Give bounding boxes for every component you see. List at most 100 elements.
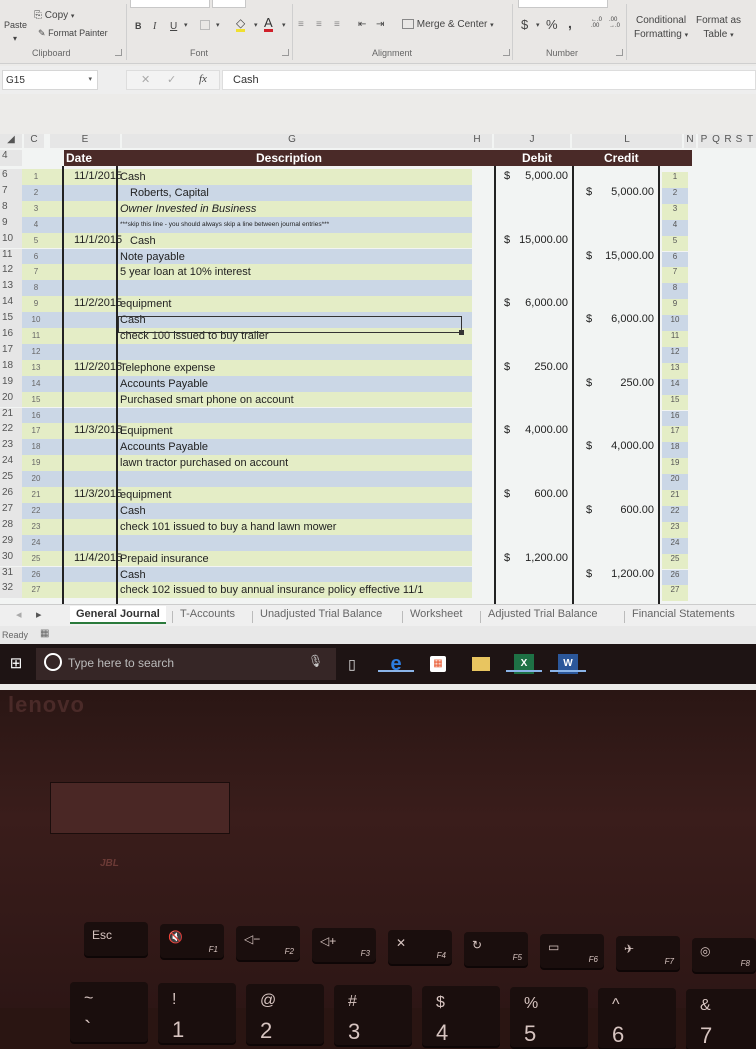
journal-row[interactable]: 21 11/3/2015 equipment (22, 487, 472, 503)
name-box[interactable]: G15 ▾ (2, 70, 98, 90)
function-key[interactable]: ◁+ F3 (312, 928, 376, 962)
journal-row[interactable]: 26 Cash (22, 566, 472, 583)
row-header[interactable]: 30 (0, 550, 22, 567)
row-header[interactable]: 32 (0, 582, 22, 599)
sheet-tab[interactable]: Worksheet (410, 608, 462, 620)
enter-icon[interactable]: ✓ (167, 73, 176, 86)
journal-row[interactable]: 15 Purchased smart phone on account (22, 391, 472, 408)
row-header[interactable]: 12 (0, 264, 22, 281)
task-view-icon[interactable]: ▯ (342, 654, 362, 674)
column-header-r[interactable]: R (722, 134, 734, 148)
font-name-box[interactable] (130, 0, 210, 8)
row-header[interactable]: 18 (0, 359, 22, 376)
currency-dropdown-icon[interactable]: ▾ (536, 21, 540, 29)
align-right-icon[interactable]: ≡ (334, 19, 340, 30)
column-header-t[interactable]: T (744, 134, 756, 148)
file-explorer-icon[interactable] (472, 657, 490, 671)
row-header[interactable]: 6 (0, 169, 22, 185)
journal-row[interactable]: 14 Accounts Payable (22, 375, 472, 392)
select-all-corner[interactable]: ◢ (0, 134, 22, 148)
row-header[interactable]: 9 (0, 216, 22, 233)
function-key[interactable]: ✕ F4 (388, 930, 452, 964)
font-color-dropdown-icon[interactable]: ▾ (282, 21, 286, 29)
journal-row[interactable]: 8 (22, 280, 472, 297)
increase-decimal-button[interactable]: ←.0.00 (591, 17, 602, 29)
insert-function-icon[interactable]: fx (199, 73, 207, 85)
align-left-icon[interactable]: ≡ (298, 19, 306, 30)
formula-input[interactable]: Cash (222, 70, 756, 90)
italic-button[interactable]: I (153, 21, 156, 32)
number-format-box[interactable] (518, 0, 608, 8)
journal-row[interactable]: 6 Note payable (22, 248, 472, 265)
cancel-icon[interactable]: ✕ (141, 73, 150, 86)
row-header[interactable]: 11 (0, 248, 22, 265)
sheet-tab[interactable]: Unadjusted Trial Balance (260, 608, 382, 620)
borders-icon[interactable] (200, 20, 210, 30)
number-key[interactable]: $4 (422, 986, 500, 1046)
row-header[interactable]: 27 (0, 502, 22, 519)
journal-row[interactable]: 12 (22, 343, 472, 360)
journal-row[interactable]: 3 Owner Invested in Business (22, 200, 472, 217)
row-header[interactable]: 4 (0, 150, 22, 166)
journal-row[interactable]: 17 11/3/2015 Equipment (22, 423, 472, 440)
number-key[interactable]: @2 (246, 984, 324, 1044)
decrease-decimal-button[interactable]: .00 →.0 (609, 17, 620, 29)
selected-cell-g15[interactable] (118, 316, 462, 333)
row-header[interactable]: 19 (0, 375, 22, 392)
taskbar-search[interactable]: Type here to search 🎙 (36, 648, 336, 680)
decrease-indent-icon[interactable]: ⇤ (358, 19, 366, 30)
journal-row[interactable]: 24 (22, 534, 472, 551)
number-key[interactable]: ! 1 (158, 983, 236, 1043)
borders-dropdown-icon[interactable]: ▾ (216, 21, 220, 29)
row-header[interactable]: 16 (0, 328, 22, 344)
row-header[interactable]: 15 (0, 312, 22, 328)
function-key[interactable]: Esc (84, 922, 148, 956)
row-header[interactable]: 13 (0, 280, 22, 297)
column-header-n[interactable]: N (684, 134, 696, 148)
tab-scroll-left-icon[interactable]: ◂ (16, 608, 22, 621)
row-header[interactable]: 21 (0, 407, 22, 424)
clipboard-launcher-icon[interactable] (115, 49, 122, 56)
journal-row[interactable]: 13 11/2/2015 Telephone expense (22, 359, 472, 376)
percent-button[interactable]: % (546, 17, 558, 32)
alignment-launcher-icon[interactable] (503, 49, 510, 56)
sheet-tab[interactable]: General Journal (70, 606, 166, 624)
sheet-tab[interactable]: Financial Statements (632, 608, 735, 620)
row-header[interactable]: 24 (0, 455, 22, 472)
column-header-e[interactable]: E (50, 134, 120, 148)
column-header-p[interactable]: P (698, 134, 710, 148)
journal-row[interactable]: 19 lawn tractor purchased on account (22, 455, 472, 472)
function-key[interactable]: ✈ F7 (616, 936, 680, 970)
row-header[interactable]: 20 (0, 391, 22, 408)
journal-row[interactable]: 2 Roberts, Capital (22, 184, 472, 201)
edge-icon[interactable]: e (378, 654, 414, 674)
format-painter-button[interactable]: ✎ Format Painter (38, 28, 108, 39)
microphone-icon[interactable]: 🎙 (308, 654, 323, 668)
store-icon[interactable]: ▦ (430, 656, 446, 672)
column-header-l[interactable]: L (572, 134, 682, 148)
journal-row[interactable]: 4 ***skip this line - you should always s… (22, 216, 472, 233)
paste-dropdown-icon[interactable]: ▾ (13, 34, 17, 43)
function-key[interactable]: 🔇 F1 (160, 924, 224, 958)
row-header[interactable]: 23 (0, 439, 22, 456)
bold-button[interactable]: B (135, 21, 142, 31)
number-key[interactable]: % 5 (510, 987, 588, 1047)
underline-dropdown-icon[interactable]: ▾ (184, 21, 188, 29)
function-key[interactable]: ◎ F8 (692, 938, 756, 972)
number-launcher-icon[interactable] (616, 49, 623, 56)
number-key[interactable]: & 7 (686, 989, 756, 1049)
journal-row[interactable]: 20 (22, 471, 472, 487)
column-header-s[interactable]: S (734, 134, 744, 148)
row-header[interactable]: 17 (0, 343, 22, 360)
journal-row[interactable]: 23 check 101 issued to buy a hand lawn mo… (22, 518, 472, 535)
journal-row[interactable]: 1 11/1/2015 Cash (22, 169, 472, 185)
word-icon[interactable]: W (550, 654, 586, 674)
journal-row[interactable]: 18 Accounts Payable (22, 439, 472, 456)
align-center-icon[interactable]: ≡ (316, 19, 322, 30)
font-size-box[interactable] (212, 0, 246, 8)
currency-button[interactable]: $ (521, 17, 528, 32)
conditional-formatting-button[interactable]: Conditional Formatting ▾ (634, 14, 688, 43)
sheet-tab[interactable]: T-Accounts (180, 608, 235, 620)
number-key[interactable]: ~ ` (70, 982, 148, 1042)
row-header[interactable]: 31 (0, 566, 22, 583)
